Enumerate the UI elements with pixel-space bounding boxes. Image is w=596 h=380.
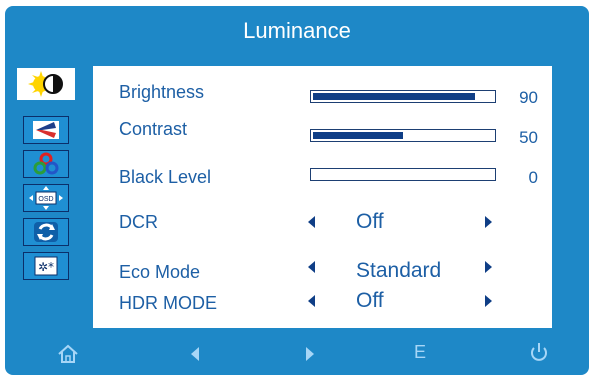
tab-luminance[interactable] xyxy=(17,68,75,100)
contrast-value: 50 xyxy=(519,128,538,147)
hdr-mode-left-arrow-icon[interactable] xyxy=(308,295,315,307)
contrast-fill xyxy=(313,132,403,139)
brightness-row[interactable]: Brightness 90 xyxy=(93,82,552,107)
brightness-fill xyxy=(313,93,475,100)
flag-icon xyxy=(24,117,68,143)
button-bar: E xyxy=(5,331,589,371)
color-wheel-icon xyxy=(24,151,68,177)
black-level-value: 0 xyxy=(528,168,538,187)
dcr-left-arrow-icon[interactable] xyxy=(308,216,315,228)
power-icon[interactable] xyxy=(528,341,550,368)
brightness-value: 90 xyxy=(519,88,538,107)
hdr-mode-row[interactable]: HDR MODE Off xyxy=(93,289,552,313)
dcr-row[interactable]: DCR Off xyxy=(93,210,552,234)
tab-reset[interactable] xyxy=(23,218,69,246)
misc-icon: ✲* xyxy=(24,253,68,279)
brightness-slider[interactable] xyxy=(310,90,496,103)
brightness-label: Brightness xyxy=(119,82,205,102)
black-level-label: Black Level xyxy=(119,167,212,187)
tab-image-setup[interactable] xyxy=(23,116,69,144)
tab-osd-setup[interactable]: OSD xyxy=(23,184,69,212)
right-arrow-icon[interactable] xyxy=(304,346,316,367)
contrast-label: Contrast xyxy=(119,119,188,139)
dcr-label: DCR xyxy=(119,212,158,232)
hdr-mode-label: HDR MODE xyxy=(119,293,217,313)
sun-moon-icon xyxy=(17,68,75,100)
left-arrow-icon[interactable] xyxy=(189,346,201,367)
dcr-value: Off xyxy=(356,210,384,233)
dcr-right-arrow-icon[interactable] xyxy=(485,216,492,228)
eco-mode-label: Eco Mode xyxy=(119,262,201,282)
home-icon[interactable] xyxy=(57,343,79,370)
eco-mode-left-arrow-icon[interactable] xyxy=(308,261,315,273)
osd-window: Luminance OSD ✲* Brightness 90 Contrast … xyxy=(5,6,589,375)
menu-title: Luminance xyxy=(243,18,351,43)
settings-panel: Brightness 90 Contrast 50 Black Level 0 … xyxy=(93,66,552,328)
tab-color[interactable] xyxy=(23,150,69,178)
contrast-slider[interactable] xyxy=(310,129,496,142)
eco-mode-right-arrow-icon[interactable] xyxy=(485,261,492,273)
reset-icon xyxy=(24,219,68,245)
contrast-row[interactable]: Contrast 50 xyxy=(93,119,552,147)
eco-mode-value: Standard xyxy=(356,259,442,282)
svg-text:✲*: ✲* xyxy=(38,260,54,274)
enter-button[interactable]: E xyxy=(414,342,426,363)
eco-mode-row[interactable]: Eco Mode Standard xyxy=(93,257,552,282)
hdr-mode-right-arrow-icon[interactable] xyxy=(485,295,492,307)
black-level-row[interactable]: Black Level 0 xyxy=(93,167,552,191)
tab-misc[interactable]: ✲* xyxy=(23,252,69,280)
osd-icon: OSD xyxy=(24,185,68,211)
hdr-mode-value: Off xyxy=(356,289,384,312)
svg-text:OSD: OSD xyxy=(38,196,53,203)
black-level-slider[interactable] xyxy=(310,168,496,181)
